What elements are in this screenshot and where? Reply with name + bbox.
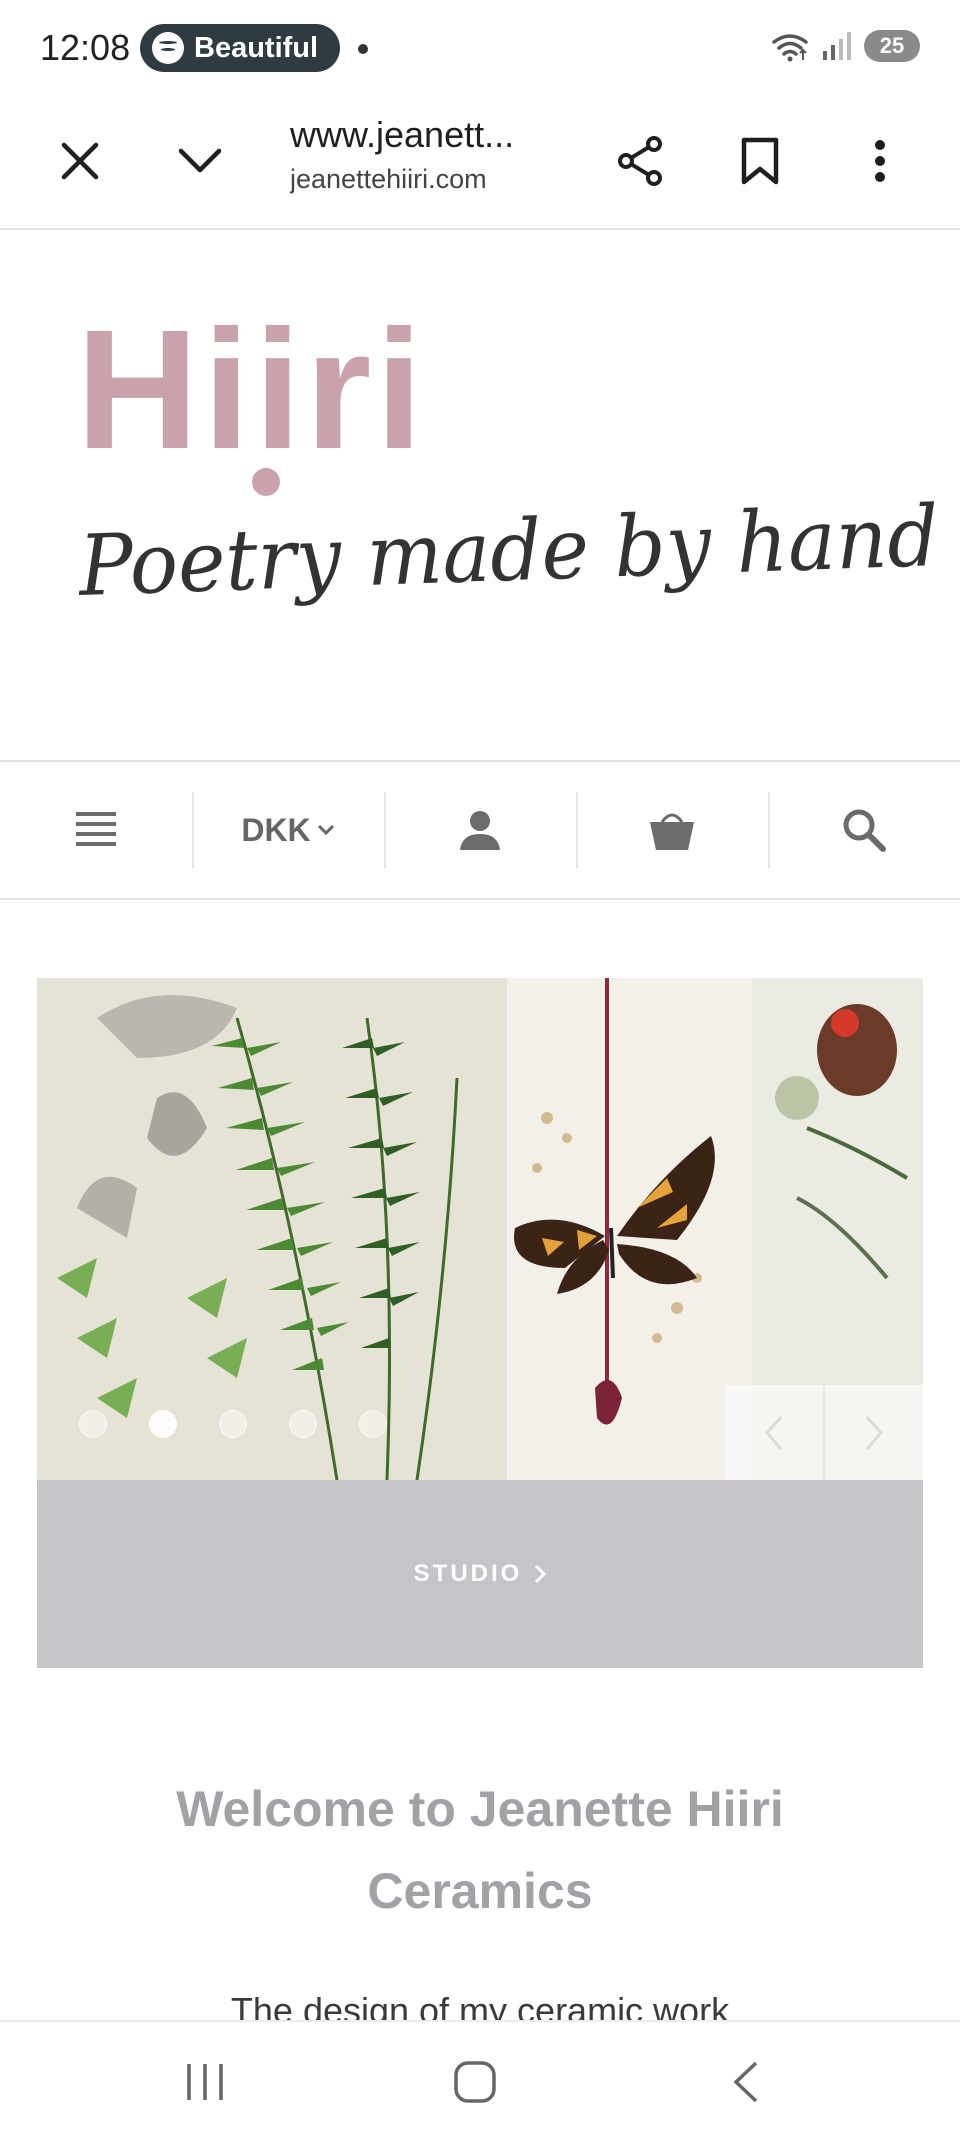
page: 12:08 Beautiful 25 www.jeanett... jeanet… [0,0,960,2140]
user-icon [460,811,500,850]
share-button[interactable] [600,121,680,201]
spotify-icon [152,32,184,64]
url-title: www.jeanett... [290,114,515,155]
slider-dot[interactable] [219,1410,247,1438]
more-options-button[interactable] [840,121,920,201]
caption-label: STUDIO [413,1560,523,1587]
site-logo[interactable]: Hiiri Poetry made by hand [0,230,960,762]
status-time: 12:08 [40,27,131,68]
chevron-right-icon [535,1564,547,1584]
logo-text: Hiiri [76,295,427,485]
slider-dot[interactable] [359,1410,387,1438]
shop-navigation: DKK [0,762,960,900]
slider-dot[interactable] [289,1410,317,1438]
browser-toolbar: www.jeanett... jeanettehiiri.com [0,96,960,230]
close-icon [61,142,99,180]
media-label: Beautiful [194,31,319,64]
bookmark-icon [741,137,779,185]
share-icon [618,136,662,186]
recents-icon [187,2064,223,2100]
wifi-icon [772,34,808,62]
menu-icon [76,812,116,846]
chevron-down-icon [178,148,222,173]
welcome-heading: Welcome to Jeanette Hiiri Ceramics [120,1768,840,1932]
basket-icon [650,813,694,850]
close-button[interactable] [40,121,120,201]
signal-icon [823,32,851,60]
status-bar: 12:08 Beautiful 25 [0,0,960,96]
url-domain: jeanettehiiri.com [290,164,487,194]
menu-button[interactable] [0,762,192,898]
logo-tagline: Poetry made by hand [75,487,940,615]
search-button[interactable] [768,762,960,898]
notification-dot [358,44,368,54]
more-vert-icon [875,140,885,182]
chevron-left-icon [765,1415,783,1450]
url-display[interactable]: www.jeanett... jeanettehiiri.com [290,114,590,195]
slide-caption-bar: STUDIO [37,1480,923,1668]
recent-apps-button[interactable] [170,2047,240,2117]
welcome-line-2: Ceramics [367,1863,593,1919]
system-navigation-bar [0,2020,960,2140]
back-icon [733,2061,758,2103]
image-slider[interactable] [37,978,923,1480]
account-button[interactable] [384,762,576,898]
slider-prev-button[interactable] [725,1385,823,1480]
currency-label: DKK [241,811,311,848]
chevron-right-icon [865,1415,883,1450]
slider-next-button[interactable] [825,1385,923,1480]
status-icons: 25 [770,30,920,62]
chevron-down-icon [317,824,334,836]
welcome-line-1: Welcome to Jeanette Hiiri [176,1781,784,1837]
slider-dot[interactable] [149,1410,177,1438]
back-button[interactable] [710,2047,780,2117]
minimize-button[interactable] [160,121,240,201]
slider-dots [79,1410,387,1438]
bookmark-button[interactable] [720,121,800,201]
currency-selector[interactable]: DKK [192,762,384,898]
home-button[interactable] [440,2047,510,2117]
media-pill[interactable]: Beautiful [140,24,341,72]
studio-link[interactable]: STUDIO [414,1560,547,1588]
slider-dot[interactable] [79,1410,107,1438]
basket-button[interactable] [576,762,768,898]
site-header: Hiiri Poetry made by hand [0,230,960,762]
home-icon [454,2061,496,2103]
battery-indicator: 25 [864,30,920,62]
search-icon [843,809,886,852]
